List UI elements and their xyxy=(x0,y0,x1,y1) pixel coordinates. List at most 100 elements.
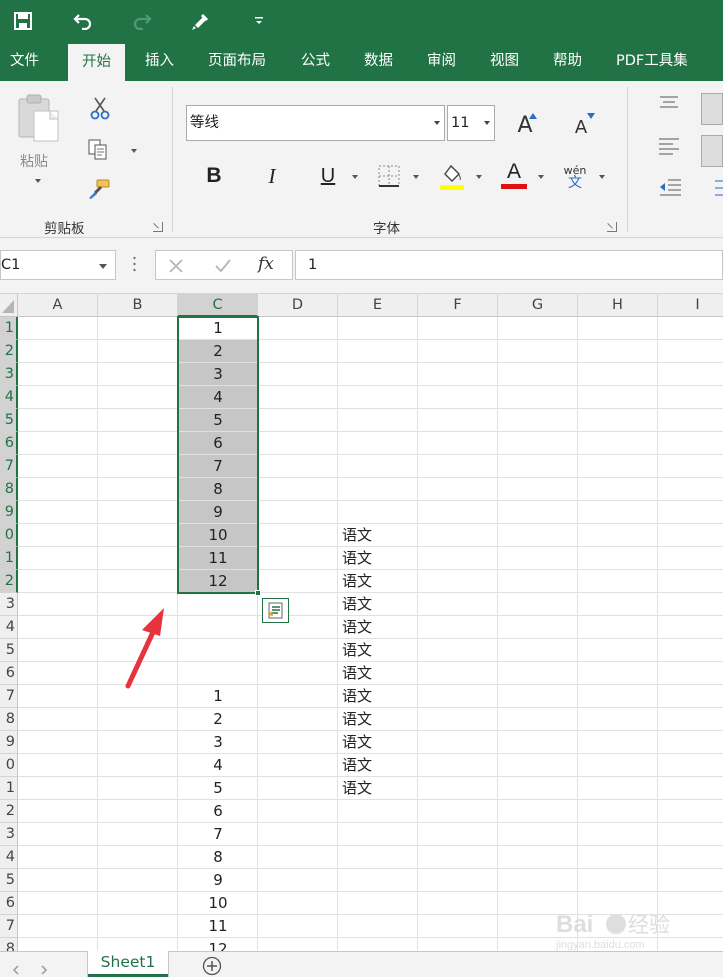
row-header[interactable]: 6 xyxy=(0,432,18,455)
paste-label[interactable]: 粘贴 xyxy=(20,151,48,171)
name-box[interactable]: C1 xyxy=(0,250,116,280)
formula-input[interactable]: 1 xyxy=(295,250,723,280)
row-header[interactable]: 9 xyxy=(0,501,18,524)
cell-e[interactable]: 语文 xyxy=(342,754,418,777)
font-name-combo[interactable]: 等线 xyxy=(186,105,445,141)
row-header[interactable]: 1 xyxy=(0,547,18,570)
row-header[interactable]: 4 xyxy=(0,386,18,409)
row-header[interactable]: 3 xyxy=(0,823,18,846)
font-color-button[interactable]: A xyxy=(500,160,528,191)
font-size-combo[interactable]: 11 xyxy=(447,105,495,141)
row-header[interactable]: 0 xyxy=(0,754,18,777)
row-header[interactable]: 7 xyxy=(0,915,18,938)
font-name-dropdown-icon[interactable] xyxy=(434,121,440,125)
bold-button[interactable]: B xyxy=(200,161,228,191)
add-sheet-icon[interactable] xyxy=(202,956,222,977)
sheet-tab-sheet1[interactable]: Sheet1 xyxy=(88,951,168,977)
font-launcher-icon[interactable] xyxy=(607,222,617,232)
row-header[interactable]: 5 xyxy=(0,409,18,432)
borders-dropdown-icon[interactable] xyxy=(413,175,419,179)
font-size-dropdown-icon[interactable] xyxy=(484,121,490,125)
column-header-i[interactable]: I xyxy=(658,294,723,317)
tab-pdf-tools[interactable]: PDF工具集 xyxy=(616,42,688,81)
format-painter-icon[interactable] xyxy=(87,177,113,201)
phonetic-guide-button[interactable]: wén 文 xyxy=(560,161,590,193)
tab-review[interactable]: 审阅 xyxy=(427,42,456,81)
font-color-dropdown-icon[interactable] xyxy=(538,175,544,179)
scroll-right-icon[interactable] xyxy=(40,960,48,977)
row-header[interactable]: 3 xyxy=(0,593,18,616)
shrink-font-button[interactable]: A xyxy=(566,113,596,141)
underline-dropdown-icon[interactable] xyxy=(352,175,358,179)
cell-e[interactable]: 语文 xyxy=(342,616,418,639)
row-header[interactable]: 2 xyxy=(0,800,18,823)
tab-help[interactable]: 帮助 xyxy=(553,42,582,81)
fill-handle[interactable] xyxy=(255,590,261,596)
row-header[interactable]: 3 xyxy=(0,363,18,386)
tab-file[interactable]: 文件 xyxy=(10,42,39,81)
fill-color-dropdown-icon[interactable] xyxy=(476,175,482,179)
fill-color-icon[interactable] xyxy=(438,161,466,191)
copy-icon[interactable] xyxy=(86,137,110,163)
cell-e[interactable]: 语文 xyxy=(342,524,418,547)
tab-home[interactable]: 开始 xyxy=(68,44,125,81)
cell-c[interactable]: 2 xyxy=(178,708,258,731)
row-header[interactable]: 1 xyxy=(0,777,18,800)
cell-c[interactable]: 8 xyxy=(178,846,258,869)
row-header[interactable]: 9 xyxy=(0,731,18,754)
tab-formulas[interactable]: 公式 xyxy=(301,42,330,81)
clipboard-launcher-icon[interactable] xyxy=(153,222,163,232)
column-header-f[interactable]: F xyxy=(418,294,498,317)
cell-c[interactable]: 11 xyxy=(178,915,258,938)
cell-c[interactable]: 4 xyxy=(178,754,258,777)
row-header[interactable]: 6 xyxy=(0,892,18,915)
column-header-e[interactable]: E xyxy=(338,294,418,317)
cell-c[interactable]: 6 xyxy=(178,800,258,823)
top-align-icon[interactable] xyxy=(658,95,680,109)
cell-c[interactable]: 5 xyxy=(178,777,258,800)
column-header-c[interactable]: C xyxy=(178,294,258,317)
paste-dropdown-icon[interactable] xyxy=(35,179,41,183)
cell-e[interactable]: 语文 xyxy=(342,731,418,754)
align-left-icon[interactable] xyxy=(658,137,680,159)
cell-e[interactable]: 语文 xyxy=(342,570,418,593)
row-header[interactable]: 8 xyxy=(0,708,18,731)
row-header[interactable]: 6 xyxy=(0,662,18,685)
cell-e[interactable]: 语文 xyxy=(342,708,418,731)
scroll-left-icon[interactable] xyxy=(12,960,20,977)
cell-e[interactable]: 语文 xyxy=(342,639,418,662)
enter-icon[interactable] xyxy=(212,256,234,276)
italic-button[interactable]: I xyxy=(258,161,286,191)
paste-icon[interactable] xyxy=(16,93,62,143)
cell-c[interactable]: 9 xyxy=(178,869,258,892)
borders-icon[interactable] xyxy=(378,165,400,187)
column-header-a[interactable]: A xyxy=(18,294,98,317)
wrap-text-button[interactable] xyxy=(701,93,723,125)
merge-button[interactable] xyxy=(701,135,723,167)
cell-e[interactable]: 语文 xyxy=(342,777,418,800)
cell-c[interactable]: 3 xyxy=(178,731,258,754)
cell-e[interactable]: 语文 xyxy=(342,593,418,616)
cell-e[interactable]: 语文 xyxy=(342,685,418,708)
row-header[interactable]: 2 xyxy=(0,340,18,363)
underline-button[interactable]: U xyxy=(314,161,342,191)
cell-c[interactable]: 7 xyxy=(178,823,258,846)
column-header-g[interactable]: G xyxy=(498,294,578,317)
column-header-b[interactable]: B xyxy=(98,294,178,317)
tab-page-layout[interactable]: 页面布局 xyxy=(208,42,266,81)
decrease-indent-icon[interactable] xyxy=(658,178,682,200)
row-header[interactable]: 4 xyxy=(0,616,18,639)
row-header[interactable]: 8 xyxy=(0,478,18,501)
row-header[interactable]: 7 xyxy=(0,455,18,478)
copy-dropdown-icon[interactable] xyxy=(131,149,137,153)
cell-c[interactable]: 12 xyxy=(178,938,258,951)
quick-analysis-icon[interactable] xyxy=(262,598,289,623)
select-all-corner[interactable] xyxy=(0,294,18,317)
increase-indent-icon[interactable] xyxy=(713,179,723,199)
save-icon[interactable] xyxy=(8,6,38,36)
tab-insert[interactable]: 插入 xyxy=(145,42,174,81)
column-header-d[interactable]: D xyxy=(258,294,338,317)
tab-data[interactable]: 数据 xyxy=(364,42,393,81)
row-header[interactable]: 7 xyxy=(0,685,18,708)
cancel-icon[interactable] xyxy=(166,256,186,276)
